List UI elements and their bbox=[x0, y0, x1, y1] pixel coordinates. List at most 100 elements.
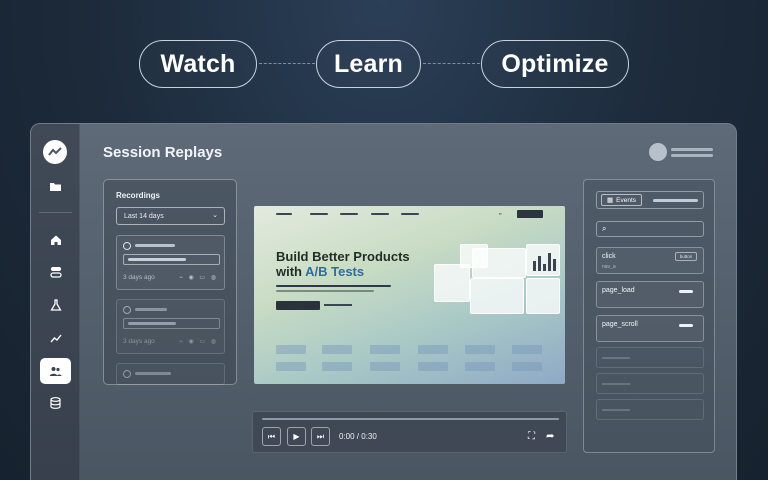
replay-mock-card bbox=[434, 264, 470, 302]
recordings-panel: Recordings Last 14 days ⌄ 3 days ago ⌁ ◉… bbox=[103, 179, 237, 385]
replay-subtext-line bbox=[276, 285, 391, 287]
replay-logo-block bbox=[512, 362, 542, 371]
replay-nav-button bbox=[517, 210, 543, 218]
event-target: nav_a bbox=[602, 264, 616, 270]
tab-events-label: Events bbox=[616, 196, 637, 204]
event-item[interactable]: page_scroll bbox=[596, 315, 704, 342]
replay-nav-link bbox=[340, 213, 358, 215]
search-icon: ⌕ bbox=[602, 224, 607, 233]
recording-card[interactable]: 3 days ago ⌁ ◉ ▭ ◍ bbox=[116, 299, 225, 354]
event-item[interactable]: click nav_a button bbox=[596, 247, 704, 274]
replay-nav-signin: ▪▪ bbox=[499, 211, 502, 216]
replay-logo-block bbox=[418, 345, 448, 354]
skip-forward-button[interactable]: ⏭ bbox=[311, 427, 330, 446]
replay-logo-block bbox=[465, 362, 495, 371]
pill-learn: Learn bbox=[316, 40, 421, 88]
replay-logo-block bbox=[370, 362, 400, 371]
pill-connector bbox=[423, 63, 480, 64]
user-name-placeholder bbox=[671, 148, 713, 151]
replay-mock-card bbox=[472, 248, 526, 278]
recording-url-field bbox=[123, 318, 220, 329]
replay-secondary-link bbox=[324, 304, 352, 306]
home-icon[interactable] bbox=[40, 227, 71, 253]
replay-subtext-line bbox=[276, 290, 374, 292]
play-button[interactable]: ▶ bbox=[287, 427, 306, 446]
pill-optimize: Optimize bbox=[481, 40, 629, 88]
recording-url-field bbox=[123, 254, 220, 265]
user-role-placeholder bbox=[671, 154, 713, 157]
recordings-title: Recordings bbox=[116, 191, 161, 200]
flask-icon[interactable] bbox=[40, 292, 71, 318]
skip-forward-icon: ⏭ bbox=[316, 431, 325, 441]
chevron-down-icon: ⌄ bbox=[212, 212, 218, 219]
session-replay-viewport[interactable]: ▪▪ Build Better Products with A/B Tests bbox=[254, 206, 565, 384]
toggle-icon[interactable] bbox=[40, 259, 71, 285]
date-range-select[interactable]: Last 14 days ⌄ bbox=[116, 207, 225, 225]
sidebar bbox=[31, 124, 80, 480]
event-name: page_scroll bbox=[602, 321, 638, 328]
device-icons: ⌁ ◉ ▭ ◍ bbox=[179, 275, 218, 281]
play-icon: ▶ bbox=[293, 432, 300, 441]
skip-back-button[interactable]: ⏮ bbox=[262, 427, 281, 446]
share-icon[interactable]: ➦ bbox=[546, 431, 554, 442]
events-header: ▦ Events bbox=[596, 191, 704, 209]
event-item[interactable]: page_load bbox=[596, 281, 704, 308]
recording-user-placeholder bbox=[135, 244, 175, 247]
playback-progress-bar[interactable] bbox=[262, 418, 559, 420]
event-badge: button bbox=[675, 252, 697, 261]
replay-logo-block bbox=[465, 345, 495, 354]
skip-back-icon: ⏮ bbox=[267, 431, 276, 441]
recording-card[interactable] bbox=[116, 363, 225, 385]
playback-time: 0:00 / 0:30 bbox=[339, 432, 377, 441]
event-name: page_load bbox=[602, 287, 635, 294]
replay-cta-button bbox=[276, 301, 320, 310]
recording-user-placeholder bbox=[135, 372, 171, 375]
replay-mock-chart bbox=[526, 244, 560, 276]
event-marker bbox=[679, 290, 693, 293]
pill-connector bbox=[259, 63, 315, 64]
replay-headline-accent: A/B Tests bbox=[305, 264, 365, 279]
calendar-icon: ▦ bbox=[607, 197, 614, 204]
replay-logo-block bbox=[322, 345, 352, 354]
event-item-placeholder bbox=[596, 399, 704, 420]
page-title: Session Replays bbox=[103, 144, 223, 161]
replay-logo-block bbox=[370, 345, 400, 354]
sidebar-divider bbox=[39, 212, 72, 213]
player-controls: ⏮ ▶ ⏭ 0:00 / 0:30 ⛶ ➦ bbox=[252, 411, 567, 453]
event-item-placeholder bbox=[596, 373, 704, 394]
avatar[interactable] bbox=[649, 143, 667, 161]
replay-nav-link bbox=[310, 213, 328, 215]
replay-logo-block bbox=[512, 345, 542, 354]
tab-events[interactable]: ▦ Events bbox=[601, 194, 643, 206]
replay-logo-block bbox=[418, 362, 448, 371]
replay-logo-block bbox=[276, 362, 306, 371]
database-icon[interactable] bbox=[40, 390, 71, 416]
replay-headline-line1: Build Better Products bbox=[276, 249, 410, 264]
logo-icon[interactable] bbox=[43, 140, 67, 164]
events-search-input[interactable]: ⌕ bbox=[596, 221, 704, 237]
replay-mock-card bbox=[526, 278, 560, 314]
replay-logo-block bbox=[322, 362, 352, 371]
recording-time: 3 days ago bbox=[123, 274, 155, 281]
user-icon bbox=[123, 370, 131, 378]
events-panel: ▦ Events ⌕ click nav_a button page_load … bbox=[583, 179, 715, 453]
fullscreen-icon[interactable]: ⛶ bbox=[528, 431, 535, 442]
pill-watch: Watch bbox=[139, 40, 257, 88]
events-header-placeholder bbox=[653, 199, 698, 202]
replay-nav-link bbox=[371, 213, 389, 215]
trend-icon[interactable] bbox=[40, 325, 71, 351]
users-icon[interactable] bbox=[40, 358, 71, 384]
event-item-placeholder bbox=[596, 347, 704, 368]
device-icons: ⌁ ◉ ▭ ◍ bbox=[179, 339, 218, 345]
user-icon bbox=[123, 242, 131, 250]
event-marker bbox=[679, 324, 693, 327]
recording-card[interactable]: 3 days ago ⌁ ◉ ▭ ◍ bbox=[116, 235, 225, 290]
replay-headline-line2: with A/B Tests bbox=[276, 264, 365, 279]
replay-logo-block bbox=[276, 345, 306, 354]
replay-nav-link bbox=[401, 213, 419, 215]
app-window: Session Replays Recordings Last 14 days … bbox=[30, 123, 737, 480]
replay-headline: Build Better Products with A/B Tests bbox=[276, 249, 410, 279]
recording-user-placeholder bbox=[135, 308, 167, 311]
recording-time: 3 days ago bbox=[123, 338, 155, 345]
folder-icon[interactable] bbox=[40, 173, 71, 199]
